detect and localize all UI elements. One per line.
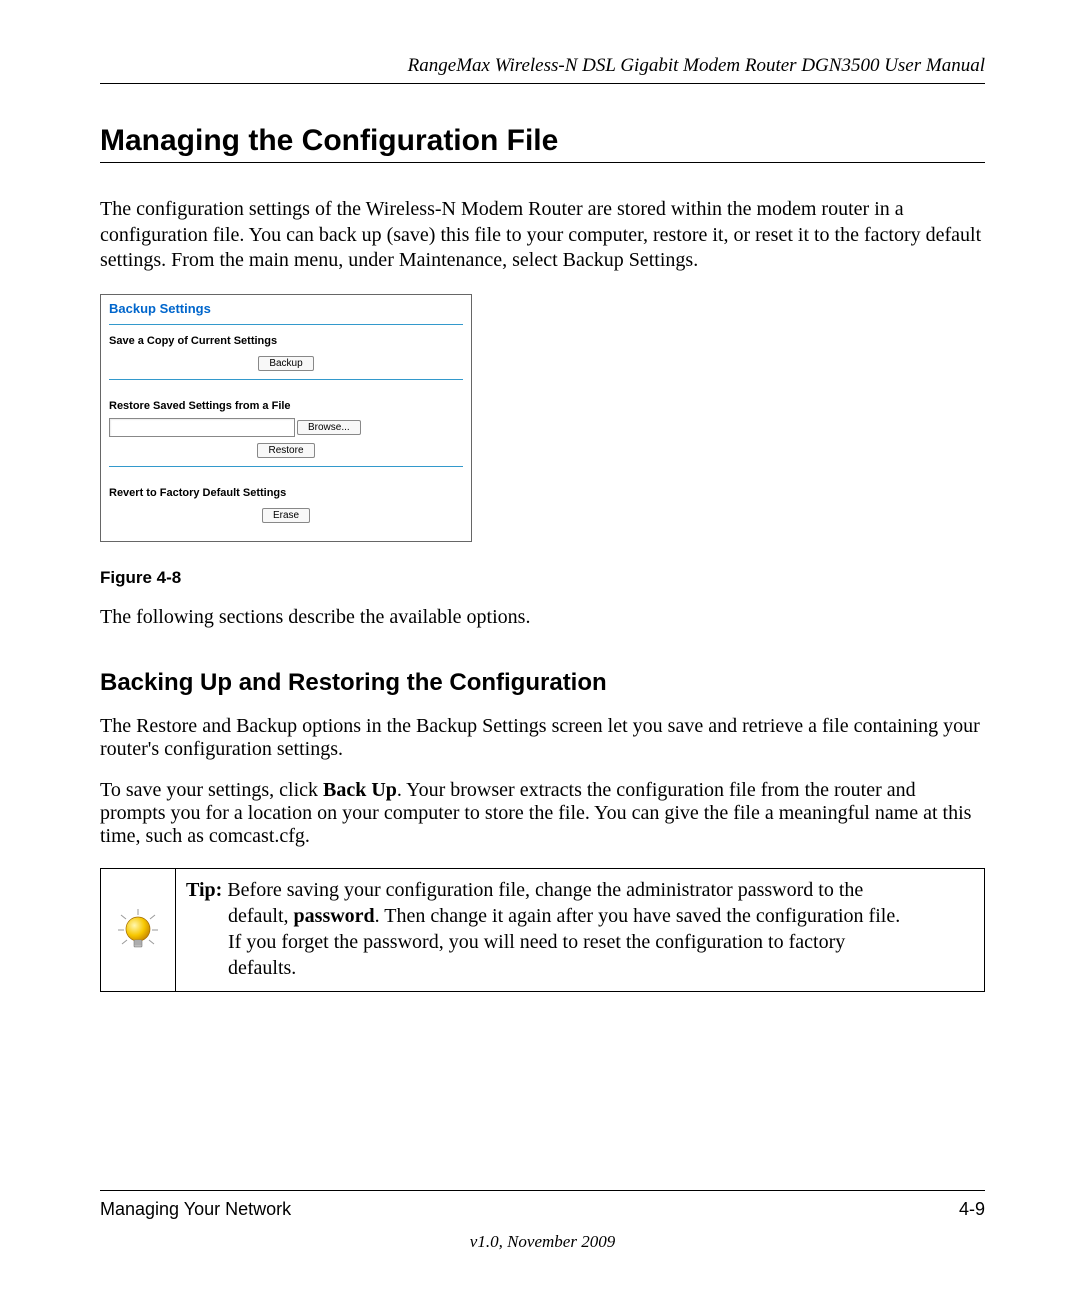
heading-main: Managing the Configuration File: [100, 124, 985, 163]
after-figure-text: The following sections describe the avai…: [100, 606, 985, 629]
file-path-input[interactable]: [109, 418, 295, 437]
text: defaults.: [228, 957, 296, 979]
sub-paragraph-1: The Restore and Backup options in the Ba…: [100, 715, 985, 761]
tip-box: Tip: Before saving your configuration fi…: [100, 868, 985, 992]
heading-sub: Backing Up and Restoring the Configurati…: [100, 669, 985, 697]
page-footer: Managing Your Network 4-9 v1.0, November…: [100, 1190, 985, 1252]
footer-version: v1.0, November 2009: [100, 1232, 985, 1252]
divider: [109, 324, 463, 325]
erase-button[interactable]: Erase: [262, 508, 310, 523]
tip-text: Tip: Before saving your configuration fi…: [176, 869, 984, 991]
panel-title: Backup Settings: [109, 301, 463, 324]
intro-paragraph: The configuration settings of the Wirele…: [100, 197, 985, 274]
tip-icon-cell: [101, 869, 176, 991]
text: To save your settings, click: [100, 779, 323, 801]
divider: [109, 379, 463, 380]
footer-page-number: 4-9: [959, 1199, 985, 1220]
tip-label: Tip:: [186, 879, 222, 901]
restore-button[interactable]: Restore: [257, 443, 314, 458]
running-header: RangeMax Wireless-N DSL Gigabit Modem Ro…: [100, 55, 985, 84]
password-emphasis: password: [294, 905, 375, 927]
footer-section-title: Managing Your Network: [100, 1199, 291, 1220]
lightbulb-icon: [115, 907, 161, 953]
text: . Then change it again after you have sa…: [375, 905, 901, 927]
figure-caption: Figure 4-8: [100, 568, 985, 588]
save-copy-label: Save a Copy of Current Settings: [109, 335, 463, 347]
text: Before saving your configuration file, c…: [222, 879, 863, 901]
sub-paragraph-2: To save your settings, click Back Up. Yo…: [100, 779, 985, 848]
browse-button[interactable]: Browse...: [297, 420, 361, 435]
text: default,: [228, 905, 294, 927]
text: If you forget the password, you will nee…: [228, 931, 845, 953]
backup-emphasis: Back Up: [323, 779, 397, 801]
restore-label: Restore Saved Settings from a File: [109, 400, 463, 412]
backup-settings-panel: Backup Settings Save a Copy of Current S…: [100, 294, 472, 542]
revert-label: Revert to Factory Default Settings: [109, 487, 463, 499]
backup-button[interactable]: Backup: [258, 356, 313, 371]
divider: [109, 466, 463, 467]
